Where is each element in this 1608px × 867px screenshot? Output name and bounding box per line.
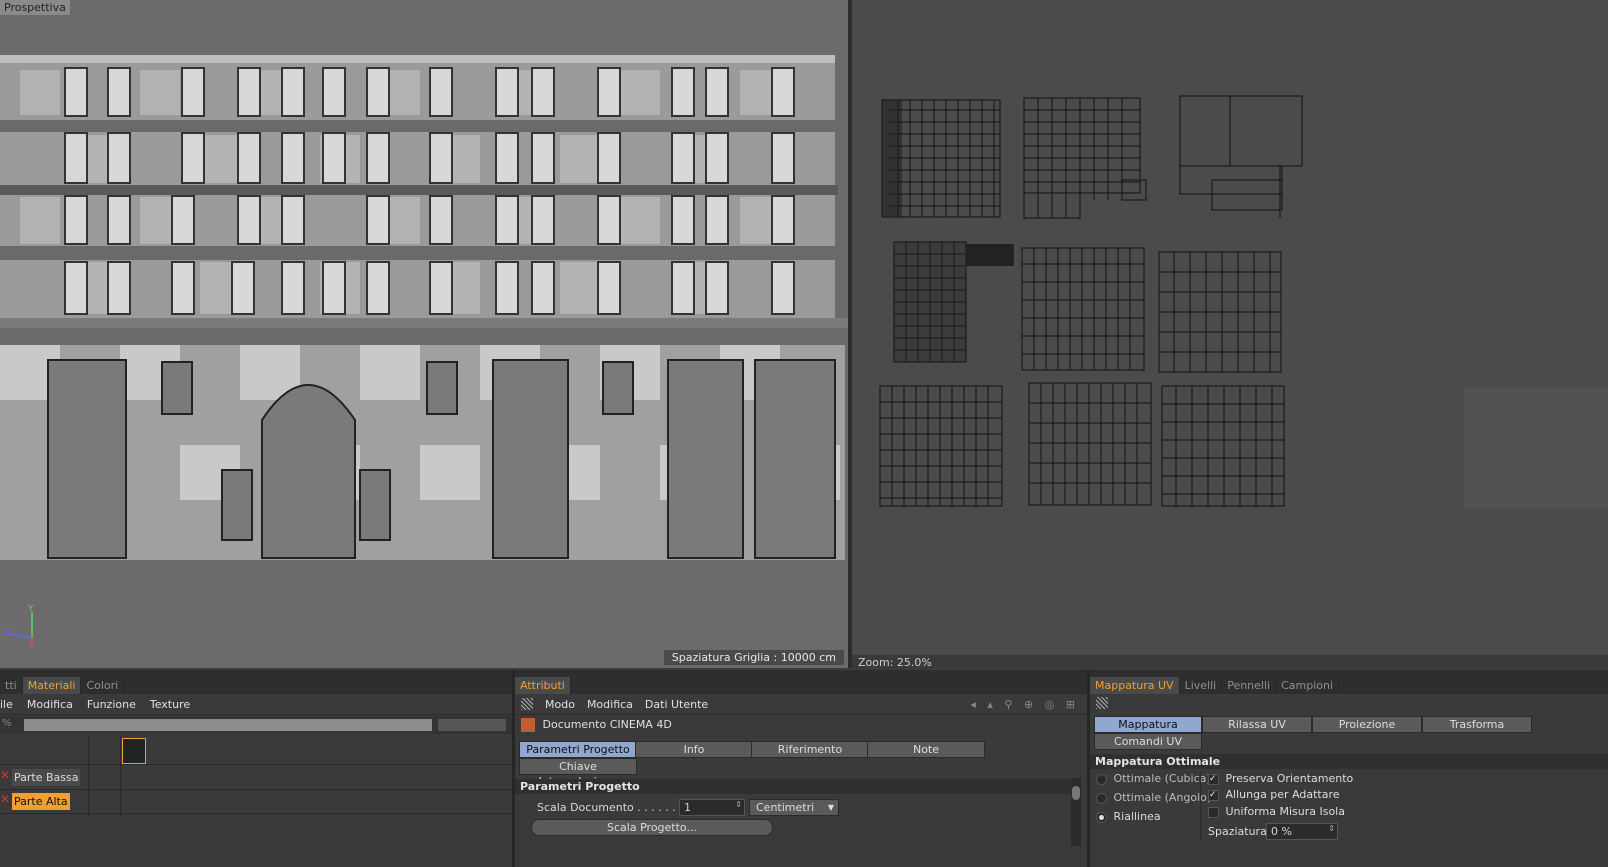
viewport-label[interactable]: Prospettiva: [0, 0, 70, 15]
axis-x-label: X: [28, 641, 35, 651]
tab-pennelli[interactable]: Pennelli: [1222, 677, 1277, 694]
grip-icon: [521, 698, 533, 710]
btn-mappatura-ottimale[interactable]: Mappatura Ottimale: [1094, 716, 1202, 746]
document-icon: [521, 718, 535, 732]
uv-statusbar: Zoom: 25.0%: [852, 655, 1608, 670]
materials-menubar: ile Modifica Funzione Texture: [0, 694, 512, 715]
uv-editor-view[interactable]: Zoom: 25.0%: [852, 0, 1608, 668]
remove-icon[interactable]: ✕: [0, 768, 10, 782]
materials-tabbar: tti Materiali Colori: [0, 670, 512, 694]
layer-label-active[interactable]: Parte Alta: [12, 793, 70, 810]
attributes-menubar: Modo Modifica Dati Utente ◂ ▴ ⚲ ⊕ ◎ ⊞: [515, 694, 1087, 715]
subtab-info[interactable]: Info: [635, 741, 753, 758]
menu-modifica[interactable]: Modifica: [587, 698, 633, 711]
uv-grip: [1096, 697, 1108, 712]
checkbox-label: Preserva Orientamento: [1225, 772, 1354, 785]
radio-icon[interactable]: [1096, 773, 1107, 785]
nav-icons[interactable]: ◂ ▴ ⚲ ⊕ ◎ ⊞: [970, 698, 1079, 711]
menu-texture[interactable]: Texture: [150, 698, 190, 711]
tab-campioni[interactable]: Campioni: [1276, 677, 1340, 694]
radio-icon[interactable]: [1096, 792, 1107, 804]
tab-colori[interactable]: Colori: [81, 677, 125, 694]
checkbox-label: Uniforma Misura Isola: [1225, 805, 1345, 818]
axis-y-label: Y: [28, 604, 34, 614]
checkbox-checked-icon[interactable]: ✓: [1208, 789, 1219, 801]
checkbox-icon[interactable]: [1208, 806, 1219, 818]
scale-input[interactable]: 1 ⇕: [679, 799, 745, 816]
materials-panel: tti Materiali Colori ile Modifica Funzio…: [0, 670, 512, 867]
uv-zoom-text: Zoom: 25.0%: [858, 656, 932, 669]
spacing-value: 0 %: [1271, 825, 1292, 838]
material-thumbnail[interactable]: [122, 738, 146, 764]
menu-modo[interactable]: Modo: [545, 698, 575, 711]
radio-checked-icon[interactable]: [1096, 811, 1107, 823]
btn-trasforma[interactable]: Trasforma: [1422, 716, 1532, 733]
radio-ottimale-cubica[interactable]: Ottimale (Cubica): [1096, 772, 1211, 785]
materials-header-row: [0, 736, 512, 816]
check-allunga-per-adattare[interactable]: ✓ Allunga per Adattare: [1208, 788, 1340, 801]
radio-label: Ottimale (Cubica): [1113, 772, 1211, 785]
scale-label: Scala Documento . . . . . . . .: [537, 801, 690, 814]
scale-value: 1: [684, 801, 691, 814]
section-parametri-progetto: Parametri Progetto: [515, 779, 1072, 794]
subtab-riferimento[interactable]: Riferimento: [751, 741, 869, 758]
subtab-note[interactable]: Note: [867, 741, 985, 758]
tab-attributi[interactable]: Attributi: [515, 677, 571, 694]
check-uniforma-misura-isola[interactable]: Uniforma Misura Isola: [1208, 805, 1345, 818]
scrollbar[interactable]: [1071, 778, 1081, 846]
uv-islands: [879, 95, 1608, 508]
list-item[interactable]: ✕ Parte Alta: [0, 791, 512, 814]
tab-mappatura-uv[interactable]: Mappatura UV: [1090, 677, 1180, 694]
materials-toolbar: %: [0, 716, 512, 734]
remove-icon[interactable]: ✕: [0, 792, 10, 806]
filter-dropdown[interactable]: [438, 719, 506, 731]
tab-oggetti[interactable]: tti: [0, 677, 23, 694]
unit-dropdown[interactable]: Centimetri ▼: [749, 799, 839, 816]
perspective-viewport[interactable]: Prospettiva Y Z X Spaziatura Griglia : 1…: [0, 0, 848, 668]
scale-project-button[interactable]: Scala Progetto...: [531, 819, 773, 836]
grid-spacing-info: Spaziatura Griglia : 10000 cm: [663, 650, 844, 665]
stepper-icon[interactable]: ⇕: [735, 800, 742, 809]
menu-file[interactable]: ile: [0, 698, 13, 711]
btn-comandi-uv[interactable]: Comandi UV: [1094, 733, 1202, 750]
uv-tools-panel: Mappatura UV Livelli Pennelli Campioni M…: [1090, 670, 1608, 867]
radio-riallinea[interactable]: Riallinea: [1096, 810, 1161, 823]
checkbox-label: Allunga per Adattare: [1225, 788, 1340, 801]
layer-label[interactable]: Parte Bassa: [12, 769, 81, 786]
radio-label: Riallinea: [1113, 810, 1161, 823]
subtab-parametri-progetto[interactable]: Parametri Progetto: [519, 741, 637, 758]
section-mappatura-ottimale: Mappatura Ottimale: [1090, 754, 1608, 769]
menu-funzione[interactable]: Funzione: [87, 698, 136, 711]
menu-dati-utente[interactable]: Dati Utente: [645, 698, 708, 711]
chevron-down-icon: ▼: [827, 803, 834, 812]
search-prefix: %: [2, 718, 12, 729]
doc-header: Documento CINEMA 4D: [521, 718, 672, 732]
check-preserva-orientamento[interactable]: ✓ Preserva Orientamento: [1208, 772, 1353, 785]
menu-modifica[interactable]: Modifica: [27, 698, 73, 711]
building-render: [0, 55, 848, 644]
btn-proiezione[interactable]: Proiezione: [1312, 716, 1422, 733]
attributes-tabbar: Attributi: [515, 670, 1087, 694]
spacing-input[interactable]: 0 % ⇕: [1266, 823, 1338, 840]
tab-livelli[interactable]: Livelli: [1180, 677, 1223, 694]
axis-z-label: Z: [4, 628, 11, 638]
search-input[interactable]: [24, 719, 432, 731]
radio-ottimale-angolo[interactable]: Ottimale (Angolo): [1096, 791, 1211, 804]
attributes-panel: Attributi Modo Modifica Dati Utente ◂ ▴ …: [515, 670, 1087, 867]
stepper-icon[interactable]: ⇕: [1328, 824, 1335, 833]
radio-label: Ottimale (Angolo): [1113, 791, 1212, 804]
spacing-label: Spaziatura: [1208, 825, 1267, 838]
tab-materiali[interactable]: Materiali: [22, 677, 82, 694]
unit-value: Centimetri: [756, 801, 815, 814]
uv-tabbar: Mappatura UV Livelli Pennelli Campioni: [1090, 670, 1608, 694]
subtab-chiave-interpolazione[interactable]: Chiave Interpolazione: [519, 758, 637, 788]
list-item[interactable]: ✕ Parte Bassa: [0, 767, 512, 790]
grip-icon: [1096, 697, 1108, 709]
checkbox-checked-icon[interactable]: ✓: [1208, 773, 1219, 785]
document-title: Documento CINEMA 4D: [542, 718, 672, 731]
btn-rilassa-uv[interactable]: Rilassa UV: [1202, 716, 1312, 733]
